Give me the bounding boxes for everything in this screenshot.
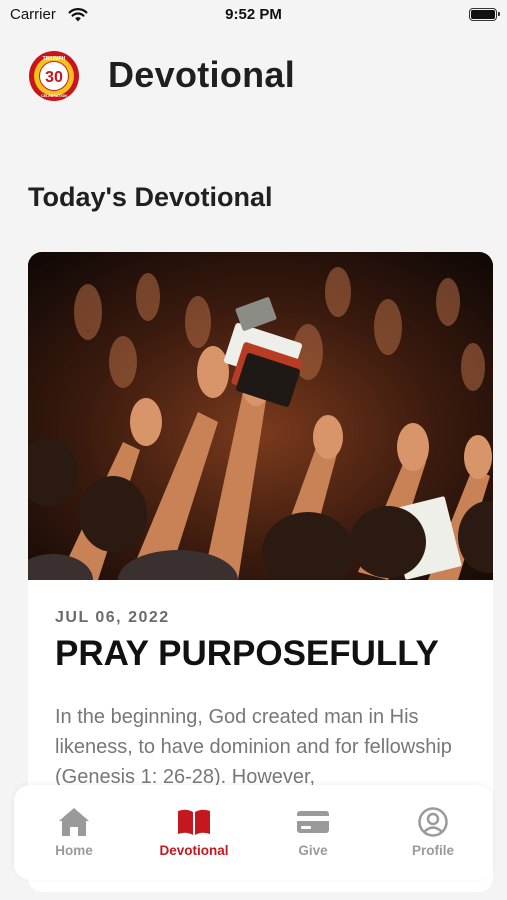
- devotional-title: PRAY PURPOSEFULLY: [55, 634, 439, 673]
- tab-profile[interactable]: Profile: [383, 807, 483, 867]
- section-title: Today's Devotional: [28, 182, 273, 212]
- tab-give[interactable]: Give: [263, 807, 363, 867]
- tab-home-label: Home: [55, 843, 93, 858]
- tab-devotional-label: Devotional: [159, 843, 229, 858]
- tab-give-label: Give: [298, 843, 328, 858]
- status-bar: Carrier 9:52 PM: [0, 0, 507, 32]
- logo-top-text: TRIUMPH: [43, 56, 66, 62]
- tab-bar: Home Devotional Give Profile: [14, 785, 493, 880]
- tab-devotional[interactable]: Devotional: [144, 807, 244, 867]
- credit-card-icon: [297, 811, 329, 833]
- logo-number: 30: [45, 69, 63, 86]
- logo-bottom-text: CELEBRATION: [41, 94, 67, 98]
- page-title: Devotional: [108, 54, 296, 95]
- battery-icon: [469, 8, 500, 21]
- house-icon: [59, 808, 89, 836]
- devotional-excerpt: In the beginning, God created man in His…: [55, 706, 452, 788]
- status-time: 9:52 PM: [225, 6, 282, 23]
- person-circle-icon: [418, 807, 448, 837]
- tab-profile-label: Profile: [411, 843, 454, 858]
- app-logo: 30 TRIUMPH CELEBRATION: [29, 51, 79, 101]
- devotional-image: [28, 252, 493, 580]
- tab-home[interactable]: Home: [24, 807, 124, 867]
- book-icon: [178, 809, 210, 835]
- devotional-date: JUL 06, 2022: [55, 609, 170, 626]
